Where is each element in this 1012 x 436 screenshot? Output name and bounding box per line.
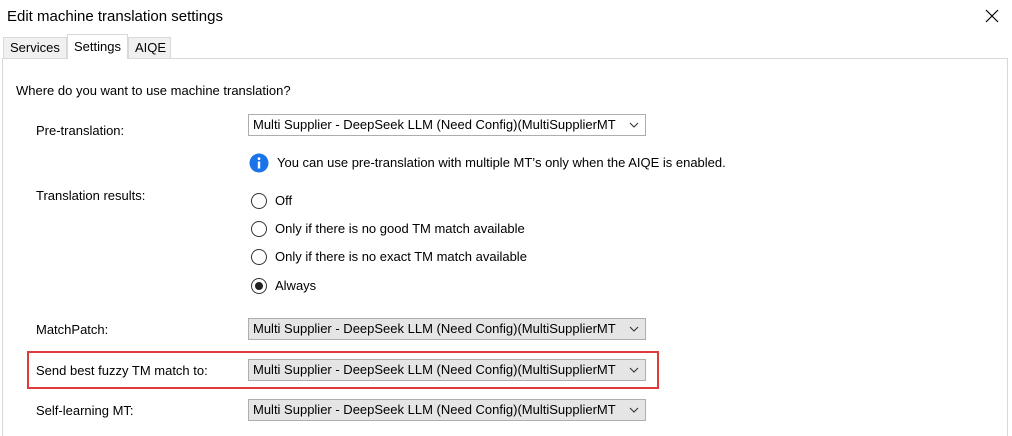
- window-title: Edit machine translation settings: [7, 8, 223, 25]
- pretranslation-info-text: You can use pre-translation with multipl…: [277, 155, 726, 170]
- close-icon: [985, 9, 999, 23]
- best-fuzzy-label: Send best fuzzy TM match to:: [36, 363, 208, 378]
- radio-always-label: Always: [275, 278, 317, 293]
- pretranslation-value: Multi Supplier - DeepSeek LLM (Need Conf…: [253, 117, 616, 132]
- info-icon: [249, 153, 269, 173]
- radio-no-good-tm-label: Only if there is no good TM match availa…: [275, 221, 525, 236]
- tab-settings[interactable]: Settings: [67, 34, 128, 59]
- close-button[interactable]: [978, 4, 1006, 28]
- radio-button-selected[interactable]: [251, 278, 267, 294]
- radio-button[interactable]: [251, 221, 267, 237]
- chevron-down-icon: [629, 367, 639, 373]
- best-fuzzy-value: Multi Supplier - DeepSeek LLM (Need Conf…: [253, 362, 616, 377]
- radio-off-label: Off: [275, 193, 293, 208]
- translation-results-label: Translation results:: [36, 188, 146, 203]
- matchpatch-dropdown[interactable]: Multi Supplier - DeepSeek LLM (Need Conf…: [248, 318, 646, 340]
- radio-selected-dot: [255, 282, 263, 290]
- chevron-down-icon: [629, 122, 639, 128]
- radio-button[interactable]: [251, 193, 267, 209]
- best-fuzzy-dropdown[interactable]: Multi Supplier - DeepSeek LLM (Need Conf…: [248, 359, 646, 381]
- tab-aiqe[interactable]: AIQE: [128, 37, 171, 58]
- radio-button[interactable]: [251, 249, 267, 265]
- chevron-down-icon: [629, 407, 639, 413]
- matchpatch-value: Multi Supplier - DeepSeek LLM (Need Conf…: [253, 321, 616, 336]
- chevron-down-icon: [629, 326, 639, 332]
- pretranslation-dropdown[interactable]: Multi Supplier - DeepSeek LLM (Need Conf…: [248, 114, 646, 136]
- question-text: Where do you want to use machine transla…: [16, 83, 291, 98]
- radio-no-exact-tm-label: Only if there is no exact TM match avail…: [275, 249, 527, 264]
- self-learning-value: Multi Supplier - DeepSeek LLM (Need Conf…: [253, 402, 616, 417]
- self-learning-label: Self-learning MT:: [36, 403, 134, 418]
- tab-services[interactable]: Services: [3, 37, 67, 58]
- pretranslation-label: Pre-translation:: [36, 123, 125, 138]
- matchpatch-label: MatchPatch:: [36, 322, 109, 337]
- tab-strip: Services Settings AIQE: [0, 34, 1012, 59]
- self-learning-dropdown[interactable]: Multi Supplier - DeepSeek LLM (Need Conf…: [248, 399, 646, 421]
- title-bar: Edit machine translation settings: [0, 0, 1012, 34]
- settings-panel: Where do you want to use machine transla…: [2, 58, 1008, 436]
